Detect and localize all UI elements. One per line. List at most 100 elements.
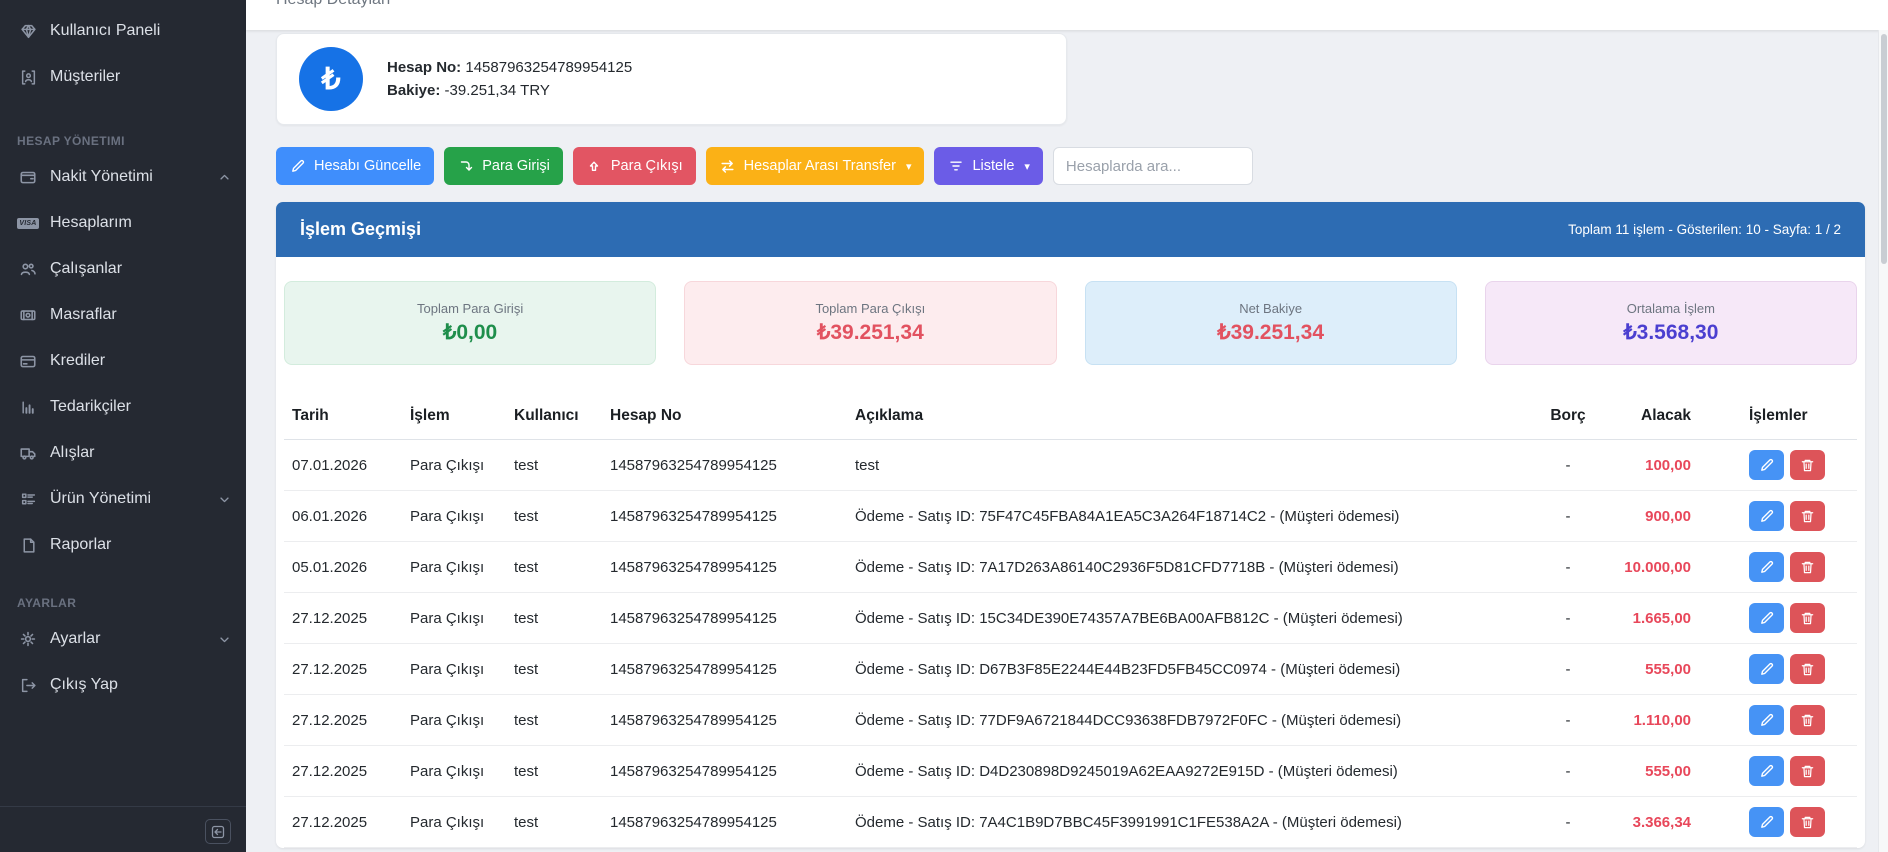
row-actions <box>1707 552 1849 582</box>
cell-aciklama: Ödeme - Satış ID: 75F47C45FBA84A1EA5C3A2… <box>847 491 1537 542</box>
column-header-borc: Borç <box>1537 395 1599 440</box>
bar-chart-icon <box>17 397 39 417</box>
table-row: 27.12.2025Para Çıkışıtest145879632547899… <box>284 797 1857 848</box>
cell-hesap_no: 14587963254789954125 <box>602 644 847 695</box>
cell-aciklama: test <box>847 440 1537 491</box>
row-actions <box>1707 501 1849 531</box>
cell-alacak: 555,00 <box>1599 644 1699 695</box>
table-header-row: TarihİşlemKullanıcıHesap NoAçıklamaBorçA… <box>284 395 1857 440</box>
scrollbar-thumb[interactable] <box>1881 34 1887 264</box>
cell-aciklama: Ödeme - Satış ID: 15C34DE390E74357A7BE6B… <box>847 593 1537 644</box>
cell-alacak: 10.000,00 <box>1599 542 1699 593</box>
cell-islemler <box>1699 797 1857 848</box>
summary-card-toplam-para-cikisi: Toplam Para Çıkışı₺39.251,34 <box>684 281 1056 365</box>
panel-body: Toplam Para Girişi₺0,00Toplam Para Çıkış… <box>276 257 1865 848</box>
sidebar-item-masraflar[interactable]: Masraflar <box>0 292 246 338</box>
sidebar-item-raporlar[interactable]: Raporlar <box>0 522 246 568</box>
table-row: 27.12.2025Para Çıkışıtest145879632547899… <box>284 644 1857 695</box>
summary-card-value: ₺39.251,34 <box>1217 320 1324 345</box>
row-actions <box>1707 807 1849 837</box>
cell-aciklama: Ödeme - Satış ID: D4D230898D9245019A62EA… <box>847 746 1537 797</box>
edit-transaction-button[interactable] <box>1749 654 1784 684</box>
arrow-up-outline-icon <box>586 156 603 176</box>
edit-transaction-button[interactable] <box>1749 450 1784 480</box>
hesaplar-arasi-transfer-button[interactable]: Hesaplar Arası Transfer▾ <box>706 147 925 185</box>
search-input[interactable] <box>1053 147 1253 185</box>
cell-hesap_no: 14587963254789954125 <box>602 440 847 491</box>
table-row: 27.12.2025Para Çıkışıtest145879632547899… <box>284 746 1857 797</box>
cell-tarih: 27.12.2025 <box>284 746 402 797</box>
panel-header: İşlem Geçmişi Toplam 11 işlem - Gösteril… <box>276 202 1865 257</box>
edit-transaction-button[interactable] <box>1749 552 1784 582</box>
account-info: Hesap No: 14587963254789954125 Bakiye: -… <box>387 53 632 105</box>
delete-transaction-button[interactable] <box>1790 654 1825 684</box>
sidebar-item-label: Alışlar <box>50 444 94 462</box>
sidebar-item-kullanici-paneli[interactable]: Kullanıcı Paneli <box>0 8 246 54</box>
chevron-up-icon <box>219 172 230 183</box>
main-area: Hesap Detayları ₺ Hesap No: 145879632547… <box>246 0 1888 852</box>
sidebar-item-hesaplarim[interactable]: VISAHesaplarım <box>0 200 246 246</box>
row-actions <box>1707 705 1849 735</box>
scrollbar-track[interactable] <box>1878 30 1888 852</box>
delete-transaction-button[interactable] <box>1790 501 1825 531</box>
delete-transaction-button[interactable] <box>1790 552 1825 582</box>
cell-borc: - <box>1537 542 1599 593</box>
sidebar-item-nakit-yonetimi[interactable]: Nakit Yönetimi <box>0 154 246 200</box>
visa-card-icon: VISA <box>17 213 39 233</box>
sidebar-item-krediler[interactable]: Krediler <box>0 338 246 384</box>
sidebar-item-tedarikciler[interactable]: Tedarikçiler <box>0 384 246 430</box>
sidebar-item-musteriler[interactable]: Müşteriler <box>0 54 246 100</box>
edit-transaction-button[interactable] <box>1749 501 1784 531</box>
sidebar-footer <box>0 806 246 852</box>
sidebar-item-cikis-yap[interactable]: Çıkış Yap <box>0 662 246 708</box>
sidebar-item-alislar[interactable]: Alışlar <box>0 430 246 476</box>
account-balance-value: -39.251,34 TRY <box>445 82 550 99</box>
edit-transaction-button[interactable] <box>1749 705 1784 735</box>
summary-cards: Toplam Para Girişi₺0,00Toplam Para Çıkış… <box>284 281 1857 365</box>
transfer-icon <box>719 156 736 176</box>
cell-islemler <box>1699 593 1857 644</box>
listele-button[interactable]: Listele▾ <box>934 147 1042 185</box>
summary-card-label: Toplam Para Çıkışı <box>815 301 925 316</box>
summary-card-label: Ortalama İşlem <box>1627 301 1715 316</box>
cell-islemler <box>1699 542 1857 593</box>
cell-tarih: 27.12.2025 <box>284 593 402 644</box>
delete-transaction-button[interactable] <box>1790 603 1825 633</box>
table-row: 05.01.2026Para Çıkışıtest145879632547899… <box>284 542 1857 593</box>
gear-icon <box>17 629 39 649</box>
sidebar-item-calisanlar[interactable]: Çalışanlar <box>0 246 246 292</box>
column-header-alacak: Alacak <box>1599 395 1699 440</box>
cell-borc: - <box>1537 491 1599 542</box>
filter-icon <box>947 156 964 176</box>
chevron-down-icon <box>219 494 230 505</box>
sidebar-item-urun-yonetimi[interactable]: Ürün Yönetimi <box>0 476 246 522</box>
para-girisi-button[interactable]: Para Girişi <box>444 147 563 185</box>
delete-transaction-button[interactable] <box>1790 705 1825 735</box>
summary-card-label: Net Bakiye <box>1239 301 1302 316</box>
row-actions <box>1707 654 1849 684</box>
list-detail-icon <box>17 489 39 509</box>
delete-transaction-button[interactable] <box>1790 450 1825 480</box>
delete-transaction-button[interactable] <box>1790 807 1825 837</box>
cell-islem: Para Çıkışı <box>402 491 506 542</box>
content: ₺ Hesap No: 14587963254789954125 Bakiye:… <box>246 30 1888 848</box>
cell-tarih: 27.12.2025 <box>284 797 402 848</box>
sidebar: Kullanıcı PaneliMüşterilerHESAP YÖNETIMI… <box>0 0 246 852</box>
cell-islemler <box>1699 491 1857 542</box>
delete-transaction-button[interactable] <box>1790 756 1825 786</box>
para-cikisi-button[interactable]: Para Çıkışı <box>573 147 696 185</box>
button-label: Hesabı Güncelle <box>314 158 421 174</box>
edit-transaction-button[interactable] <box>1749 807 1784 837</box>
edit-transaction-button[interactable] <box>1749 756 1784 786</box>
account-no-value: 14587963254789954125 <box>465 59 632 76</box>
sidebar-item-ayarlar[interactable]: Ayarlar <box>0 616 246 662</box>
cell-tarih: 27.12.2025 <box>284 644 402 695</box>
cell-borc: - <box>1537 797 1599 848</box>
turkish-lira-icon: ₺ <box>299 47 363 111</box>
summary-card-ortalama-i-slem: Ortalama İşlem₺3.568,30 <box>1485 281 1857 365</box>
hesabi-guncelle-button[interactable]: Hesabı Güncelle <box>276 147 434 185</box>
sidebar-collapse-button[interactable] <box>205 819 231 844</box>
table-row: 27.12.2025Para Çıkışıtest145879632547899… <box>284 593 1857 644</box>
cell-islem: Para Çıkışı <box>402 593 506 644</box>
edit-transaction-button[interactable] <box>1749 603 1784 633</box>
